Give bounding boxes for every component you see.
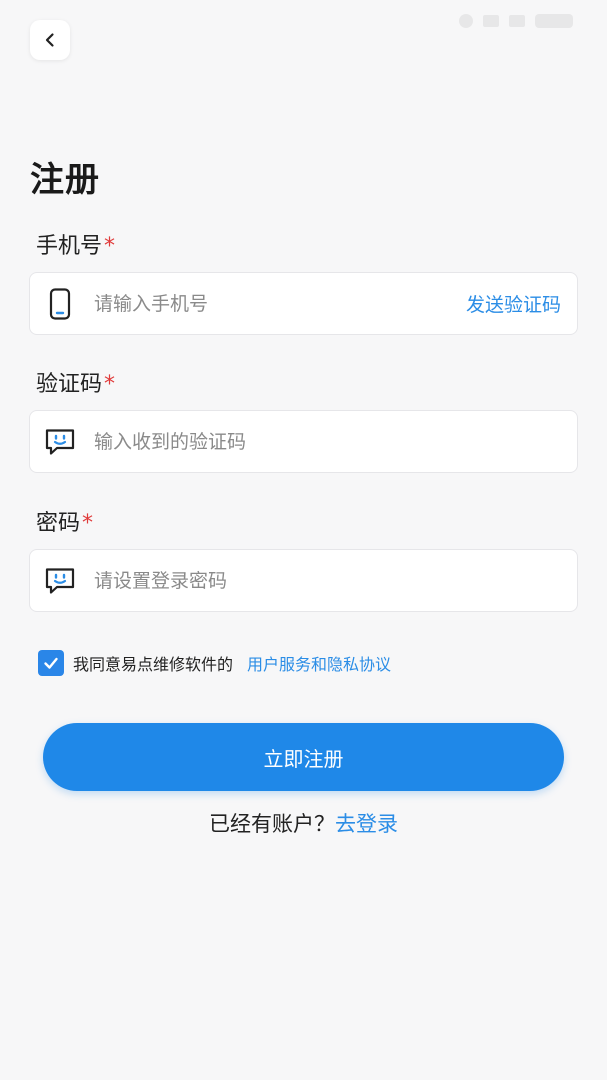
login-link[interactable]: 去登录 bbox=[335, 812, 398, 836]
login-prompt-text: 已经有账户？ bbox=[209, 812, 335, 836]
message-smile-icon bbox=[30, 549, 90, 612]
register-button[interactable]: 立即注册 bbox=[43, 723, 564, 791]
notification-icon bbox=[459, 14, 473, 28]
password-input-box bbox=[29, 549, 578, 612]
phone-input-box: 发送验证码 bbox=[29, 272, 578, 335]
password-input[interactable] bbox=[90, 550, 577, 611]
check-icon bbox=[44, 657, 58, 669]
phone-label-text: 手机号 bbox=[36, 234, 103, 259]
page-title: 注册 bbox=[30, 160, 100, 200]
login-prompt: 已经有账户？去登录 bbox=[0, 808, 607, 838]
required-mark: * bbox=[104, 234, 116, 259]
code-label: 验证码* bbox=[36, 366, 115, 398]
phone-label: 手机号* bbox=[36, 228, 115, 260]
message-smile-icon bbox=[30, 410, 90, 473]
signal-icon bbox=[483, 15, 499, 27]
required-mark: * bbox=[82, 511, 94, 536]
wifi-icon bbox=[509, 15, 525, 27]
agreement-text: 我同意易点维修软件的 bbox=[73, 655, 234, 674]
agreement-link[interactable]: 用户服务和隐私协议 bbox=[247, 651, 391, 675]
password-label: 密码* bbox=[36, 505, 93, 537]
status-bar bbox=[459, 14, 573, 28]
phone-input[interactable] bbox=[90, 273, 466, 334]
required-mark: * bbox=[104, 372, 116, 397]
code-input[interactable] bbox=[90, 411, 577, 472]
phone-icon bbox=[30, 272, 90, 335]
back-button[interactable] bbox=[30, 20, 70, 60]
code-label-text: 验证码 bbox=[36, 372, 103, 397]
chevron-left-icon bbox=[45, 33, 54, 47]
register-page: 注册 手机号* 发送验证码 验证码* 密码* bbox=[0, 0, 607, 1080]
password-label-text: 密码 bbox=[36, 511, 81, 536]
battery-icon bbox=[535, 14, 573, 28]
send-code-button[interactable]: 发送验证码 bbox=[466, 290, 577, 317]
agreement-row: 我同意易点维修软件的 用户服务和隐私协议 bbox=[38, 650, 391, 676]
agreement-checkbox[interactable] bbox=[38, 650, 64, 676]
code-input-box bbox=[29, 410, 578, 473]
